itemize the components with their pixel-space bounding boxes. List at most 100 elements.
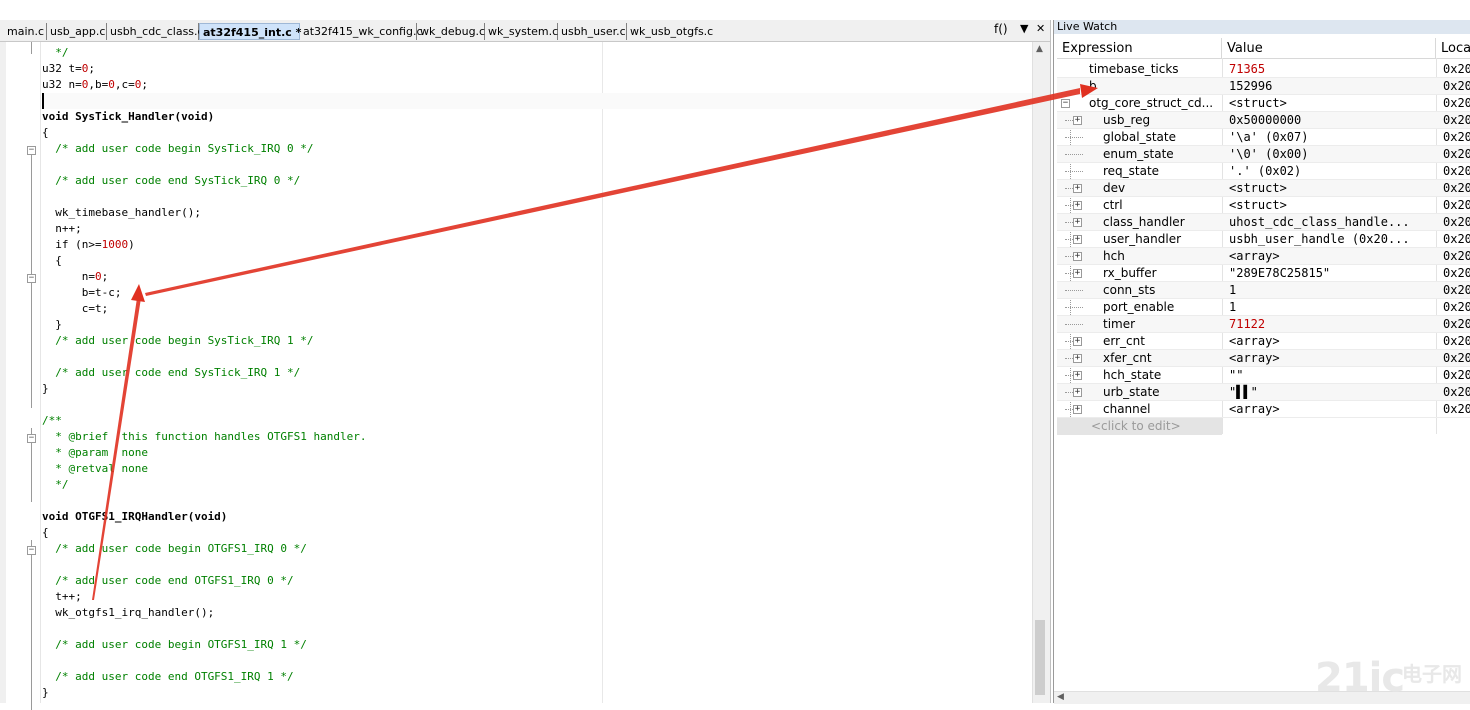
code-line: c=t;	[42, 302, 109, 315]
watch-row-err-cnt[interactable]: + err_cnt <array> 0x20	[1057, 333, 1470, 350]
watch-row-req-state[interactable]: req_state '.' (0x02) 0x20	[1057, 163, 1470, 180]
expand-icon[interactable]: +	[1073, 354, 1082, 363]
fold-toggle-icon[interactable]: −	[27, 274, 36, 283]
code-line: /* add user code end SysTick_IRQ 0 */	[42, 174, 301, 187]
watch-row-channel[interactable]: + channel <array> 0x20	[1057, 401, 1470, 418]
watch-row-class-handler[interactable]: + class_handler uhost_cdc_class_handle..…	[1057, 214, 1470, 231]
expand-icon[interactable]: +	[1073, 371, 1082, 380]
code-line: u32 n=0,b=0,c=0;	[42, 78, 148, 91]
horizontal-scrollbar[interactable]: ◀	[1054, 691, 1470, 704]
code-line: /* add user code end SysTick_IRQ 1 */	[42, 366, 301, 379]
live-watch-pane: Live Watch Expression Value Loca timebas…	[1053, 20, 1470, 704]
scroll-left-icon[interactable]: ◀	[1057, 692, 1064, 702]
tab-dropdown-icon[interactable]: ▼	[1020, 22, 1028, 35]
live-watch-title: Live Watch	[1054, 20, 1470, 34]
tab-wk-system-c[interactable]: wk_system.c	[485, 23, 558, 40]
watch-row-otg-core-struct[interactable]: − otg_core_struct_cd... <struct> 0x20	[1057, 95, 1470, 112]
click-to-edit-row[interactable]: <click to edit>	[1057, 418, 1222, 435]
watch-row-xfer-cnt[interactable]: + xfer_cnt <array> 0x20	[1057, 350, 1470, 367]
code-line: */	[42, 46, 69, 59]
code-area[interactable]: − − − − */ u32 t=0; u32 n=0,b=0,c=0; voi…	[6, 42, 1047, 710]
code-line: wk_timebase_handler();	[42, 206, 201, 219]
tab-usbh-cdc-class-c[interactable]: usbh_cdc_class.c	[107, 23, 204, 40]
code-line: {	[42, 126, 49, 139]
expand-icon[interactable]: +	[1073, 405, 1082, 414]
code-line: wk_otgfs1_irq_handler();	[42, 606, 215, 619]
code-line: /* add user code end OTGFS1_IRQ 1 */	[42, 670, 294, 683]
expand-icon[interactable]: +	[1073, 269, 1082, 278]
scroll-up-icon[interactable]: ▲	[1036, 44, 1043, 54]
expand-icon[interactable]: +	[1073, 252, 1082, 261]
tab-at32f415-int-c[interactable]: at32f415_int.c *	[199, 23, 301, 40]
function-selector[interactable]: f()	[994, 22, 1008, 36]
code-line: * @brief this function handles OTGFS1 ha…	[42, 430, 367, 443]
watch-header: Expression Value Loca	[1057, 38, 1470, 59]
watch-row-global-state[interactable]: global_state '\a' (0x07) 0x20	[1057, 129, 1470, 146]
scroll-thumb[interactable]	[1035, 620, 1045, 695]
watch-row-timebase-ticks[interactable]: timebase_ticks 71365 0x20	[1057, 61, 1470, 78]
code-line: u32 t=0;	[42, 62, 95, 75]
watch-row-rx-buffer[interactable]: + rx_buffer "289E78C25815" 0x20	[1057, 265, 1470, 282]
tab-usb-app-c[interactable]: usb_app.c	[47, 23, 107, 40]
location-column-header[interactable]: Loca	[1436, 38, 1470, 58]
code-line: /* add user code begin OTGFS1_IRQ 0 */	[42, 542, 307, 555]
code-line: void SysTick_Handler(void)	[42, 110, 215, 123]
watch-row-hch-state[interactable]: + hch_state "" 0x20	[1057, 367, 1470, 384]
code-line: * @retval none	[42, 462, 148, 475]
tab-wk-usb-otgfs-c[interactable]: wk_usb_otgfs.c	[627, 23, 715, 40]
code-line: /* add user code begin SysTick_IRQ 0 */	[42, 142, 314, 155]
code-line: }	[42, 382, 49, 395]
expand-icon[interactable]: +	[1073, 201, 1082, 210]
code-line: n=0;	[42, 270, 109, 283]
expression-column-header[interactable]: Expression	[1057, 38, 1222, 58]
code-line: /* add user code begin SysTick_IRQ 1 */	[42, 334, 314, 347]
tab-wk-debug-c[interactable]: wk_debug.c	[417, 23, 485, 40]
code-line: b=t-c;	[42, 286, 122, 299]
watch-row-dev[interactable]: + dev <struct> 0x20	[1057, 180, 1470, 197]
value-column-header[interactable]: Value	[1222, 38, 1436, 58]
expand-icon[interactable]: +	[1073, 235, 1082, 244]
code-line: void OTGFS1_IRQHandler(void)	[42, 510, 228, 523]
fold-toggle-icon[interactable]: −	[27, 146, 36, 155]
fold-toggle-icon[interactable]: −	[27, 434, 36, 443]
code-editor-pane: main.c usb_app.c usbh_cdc_class.c at32f4…	[0, 20, 1051, 710]
watch-row-timer[interactable]: timer 71122 0x20	[1057, 316, 1470, 333]
code-line: /* add user code end OTGFS1_IRQ 0 */	[42, 574, 294, 587]
code-line: * @param none	[42, 446, 148, 459]
code-line: /* add user code begin OTGFS1_IRQ 1 */	[42, 638, 307, 651]
expand-icon[interactable]: +	[1073, 218, 1082, 227]
watch-row-conn-sts[interactable]: conn_sts 1 0x20	[1057, 282, 1470, 299]
watch-row-hch[interactable]: + hch <array> 0x20	[1057, 248, 1470, 265]
watch-row-b[interactable]: b 152996 0x20	[1057, 78, 1470, 95]
close-tab-icon[interactable]: ✕	[1036, 22, 1045, 35]
collapse-icon[interactable]: −	[1061, 99, 1070, 108]
tab-at32f415-wk-config-c[interactable]: at32f415_wk_config.c	[300, 23, 423, 40]
watch-row-enum-state[interactable]: enum_state '\0' (0x00) 0x20	[1057, 146, 1470, 163]
code-line: }	[42, 318, 62, 331]
edge-guide	[602, 42, 603, 703]
expand-icon[interactable]: +	[1073, 184, 1082, 193]
tab-main-c[interactable]: main.c	[4, 23, 47, 40]
file-tab-bar: main.c usb_app.c usbh_cdc_class.c at32f4…	[0, 20, 1050, 42]
expand-icon[interactable]: +	[1073, 388, 1082, 397]
code-line: /**	[42, 414, 62, 427]
code-line: }	[42, 686, 49, 699]
watermark-text: 电子网	[1402, 662, 1462, 686]
code-line: n++;	[42, 222, 82, 235]
code-line: */	[42, 478, 69, 491]
watch-row-urb-state[interactable]: + urb_state "▌▌" 0x20	[1057, 384, 1470, 401]
code-line: {	[42, 254, 62, 267]
expand-icon[interactable]: +	[1073, 337, 1082, 346]
fold-toggle-icon[interactable]: −	[27, 546, 36, 555]
watch-row-user-handler[interactable]: + user_handler usbh_user_handle (0x20...…	[1057, 231, 1470, 248]
watch-row-ctrl[interactable]: + ctrl <struct> 0x20	[1057, 197, 1470, 214]
expand-icon[interactable]: +	[1073, 116, 1082, 125]
current-line-highlight	[42, 93, 1039, 109]
watch-row-usb-reg[interactable]: + usb_reg 0x50000000 0x20	[1057, 112, 1470, 129]
watch-row-port-enable[interactable]: port_enable 1 0x20	[1057, 299, 1470, 316]
top-strip	[0, 0, 1470, 20]
code-line: t++;	[42, 590, 82, 603]
fold-gutter: − − − −	[6, 42, 41, 710]
vertical-scrollbar[interactable]: ▲	[1032, 42, 1047, 703]
tab-usbh-user-c[interactable]: usbh_user.c	[558, 23, 627, 40]
